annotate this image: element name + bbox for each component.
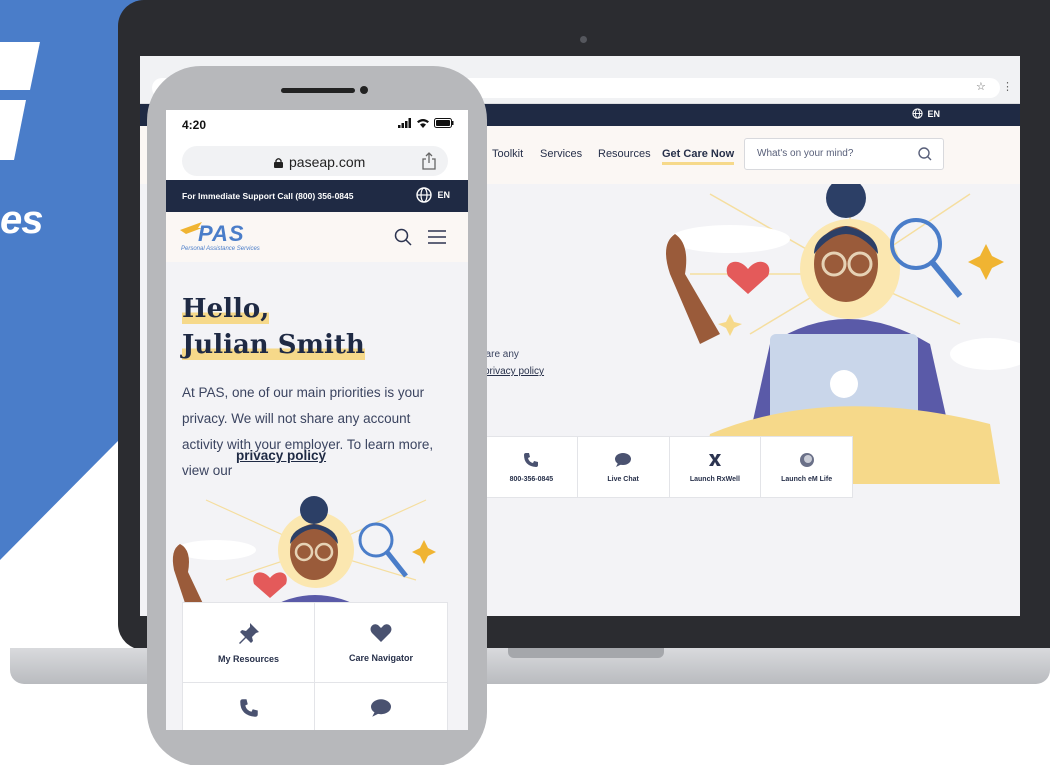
- phone-language-selector[interactable]: EN: [416, 187, 450, 203]
- privacy-policy-link[interactable]: privacy policy: [236, 448, 326, 463]
- emlife-icon: [799, 452, 814, 467]
- phone-support-bar: For Immediate Support Call (800) 356-084…: [166, 180, 468, 212]
- status-time: 4:20: [182, 118, 207, 132]
- laptop-hinge-notch: [508, 648, 664, 658]
- hamburger-menu-icon[interactable]: [428, 230, 446, 244]
- chat-icon: [615, 452, 632, 467]
- desktop-tile-live-chat[interactable]: Live Chat: [578, 437, 670, 497]
- desktop-tile-chat-label: Live Chat: [607, 475, 639, 483]
- desktop-quick-actions: 800-356-0845 Live Chat Launch RxWell Lau…: [485, 436, 853, 498]
- signal-icon: [398, 118, 411, 128]
- desktop-tile-phone[interactable]: 800-356-0845: [486, 437, 578, 497]
- search-icon[interactable]: [917, 146, 933, 162]
- laptop-camera: [580, 36, 587, 43]
- greeting-name-text: Julian Smith: [182, 330, 365, 360]
- pas-logo-subtitle: Personal Assistance Services: [181, 246, 260, 252]
- phone-icon: [239, 698, 258, 717]
- battery-icon: [434, 118, 454, 128]
- wifi-icon: [417, 119, 429, 128]
- desktop-search-input[interactable]: What's on your mind?: [744, 138, 944, 170]
- desktop-tile-emlife[interactable]: Launch eM Life: [761, 437, 852, 497]
- nav-item-resources[interactable]: Resources: [598, 148, 651, 160]
- share-icon[interactable]: [422, 152, 436, 170]
- desktop-language-selector[interactable]: EN: [912, 108, 940, 119]
- chat-icon: [371, 698, 391, 717]
- pin-icon: [238, 622, 259, 644]
- desktop-search-placeholder: What's on your mind?: [757, 148, 854, 159]
- desktop-tile-rxwell[interactable]: Launch RxWell: [670, 437, 762, 497]
- desktop-tile-emlife-label: Launch eM Life: [781, 475, 833, 483]
- tile-care-navigator[interactable]: Care Navigator: [315, 603, 447, 683]
- brand-tagline-fragment: es: [0, 198, 43, 242]
- globe-icon: [912, 108, 924, 119]
- search-icon[interactable]: [394, 228, 412, 246]
- heart-icon: [370, 623, 392, 642]
- phone-url-text: paseap.com: [289, 154, 366, 170]
- phone-status-bar: 4:20: [166, 110, 468, 142]
- brand-logo-fragment: [0, 42, 40, 160]
- phone-url-bar: paseap.com: [166, 142, 468, 180]
- bookmark-star-icon[interactable]: ☆: [976, 80, 986, 93]
- desktop-tile-rxwell-label: Launch RxWell: [689, 475, 740, 483]
- status-icons: [398, 118, 454, 128]
- tile-phone[interactable]: [183, 683, 315, 730]
- phone-language-label: EN: [437, 190, 450, 200]
- desktop-language-label: EN: [927, 108, 940, 119]
- browser-menu-icon[interactable]: ⋮: [1002, 80, 1013, 93]
- nav-item-toolkit[interactable]: Toolkit: [492, 148, 523, 160]
- tile-chat[interactable]: [315, 683, 447, 730]
- greeting-line-hello: Hello,: [182, 294, 270, 324]
- greeting-line-name: Julian Smith: [182, 330, 365, 360]
- lock-icon: [274, 157, 283, 168]
- pas-logo-text[interactable]: PAS: [198, 221, 245, 247]
- phone-url: paseap.com: [274, 154, 365, 170]
- support-phone-text[interactable]: For Immediate Support Call (800) 356-084…: [182, 191, 353, 201]
- rxwell-icon: [708, 453, 721, 466]
- privacy-statement: At PAS, one of our main priorities is yo…: [182, 385, 434, 478]
- phone-site-header: PAS Personal Assistance Services: [166, 212, 468, 262]
- globe-icon: [416, 187, 433, 203]
- greeting-hello-text: Hello,: [182, 294, 270, 324]
- phone-screen: 4:20 paseap.com For Immediate Support Ca…: [166, 110, 468, 730]
- tile-my-resources-label: My Resources: [217, 653, 280, 664]
- nav-item-services[interactable]: Services: [540, 148, 582, 160]
- phone-camera: [360, 86, 368, 94]
- nav-item-get-care-now[interactable]: Get Care Now: [662, 148, 735, 165]
- tile-care-navigator-label: Care Navigator: [348, 652, 414, 663]
- phone-icon: [524, 452, 539, 467]
- phone-speaker: [281, 88, 355, 93]
- mobile-quick-actions: My Resources Care Navigator: [182, 602, 448, 730]
- desktop-tile-phone-label: 800-356-0845: [509, 475, 554, 483]
- desktop-privacy-link[interactable]: privacy policy: [484, 366, 544, 377]
- phone-address-field[interactable]: paseap.com: [182, 146, 448, 176]
- tile-my-resources[interactable]: My Resources: [183, 603, 315, 683]
